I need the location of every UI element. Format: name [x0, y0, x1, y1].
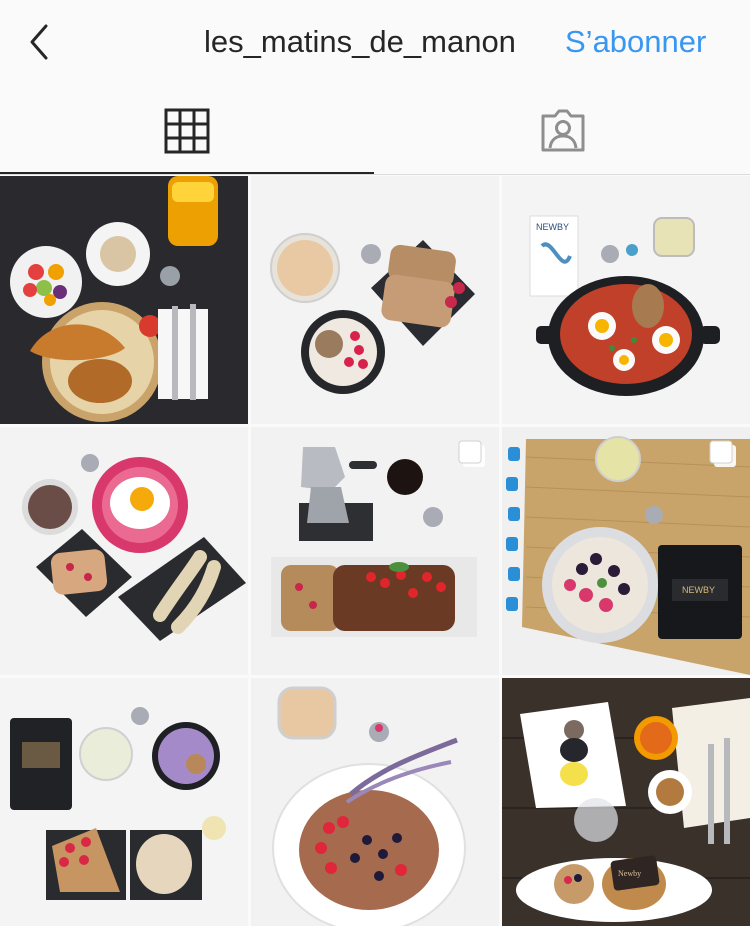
fried-egg-photo: [0, 427, 248, 675]
profile-tabs: [0, 88, 750, 175]
posts-grid: NEWBY NEWBY Newby: [0, 176, 750, 926]
post-thumbnail-5[interactable]: [251, 427, 499, 675]
grid-icon: [164, 108, 210, 154]
post-thumbnail-9[interactable]: Newby: [502, 678, 750, 926]
follow-button[interactable]: S’abonner: [565, 24, 706, 60]
active-tab-indicator: [0, 172, 374, 174]
banana-bread-photo: [251, 176, 499, 424]
post-thumbnail-6[interactable]: NEWBY: [502, 427, 750, 675]
multiple-photos-icon: [709, 440, 736, 467]
post-thumbnail-4[interactable]: [0, 427, 248, 675]
back-button[interactable]: [22, 20, 62, 64]
profile-header: les_matins_de_manon S’abonner: [0, 0, 750, 88]
breakfast-croissant-photo: [0, 176, 248, 424]
post-thumbnail-2[interactable]: [251, 176, 499, 424]
tab-tagged[interactable]: [376, 88, 750, 174]
tea-bag-brand: NEWBY: [682, 585, 715, 595]
pancake-berries-photo: [251, 678, 499, 926]
post-thumbnail-1[interactable]: [0, 176, 248, 424]
profile-username: les_matins_de_manon: [204, 24, 516, 59]
tab-grid[interactable]: [0, 88, 374, 174]
tagged-person-icon: [541, 109, 585, 152]
shakshuka-photo: NEWBY: [502, 176, 750, 424]
cafe-table-photo: Newby: [502, 678, 750, 926]
packaging-label: Newby: [618, 869, 641, 878]
chevron-left-icon: [30, 24, 48, 60]
post-thumbnail-3[interactable]: NEWBY: [502, 176, 750, 424]
tart-and-bread-photo: [0, 678, 248, 926]
post-thumbnail-7[interactable]: [0, 678, 248, 926]
post-thumbnail-8[interactable]: [251, 678, 499, 926]
multiple-photos-icon: [458, 440, 485, 467]
tea-box-brand: NEWBY: [536, 222, 569, 232]
